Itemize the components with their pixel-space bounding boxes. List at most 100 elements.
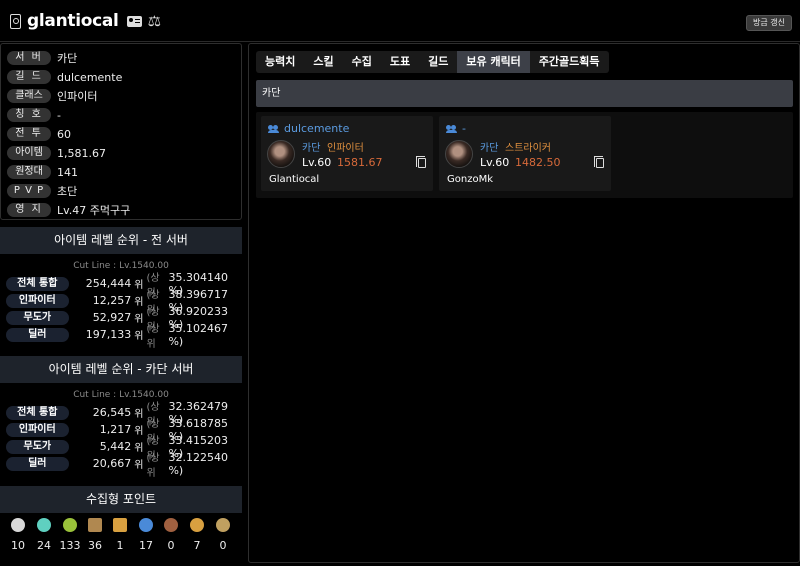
character-name: Glantiocal	[269, 174, 320, 185]
top-header: glantiocal ⚖ 방금 갱신	[0, 0, 800, 42]
character-class: 인파이터	[327, 143, 364, 154]
character-avatar	[267, 140, 295, 168]
collection-orpheus-star[interactable]: 24	[33, 518, 55, 552]
guild-members-icon	[268, 124, 280, 133]
tab-collection[interactable]: 수집	[343, 51, 381, 73]
server-group-header: 카단	[256, 80, 793, 107]
collection-island-heart[interactable]: 10	[7, 518, 29, 552]
rank-top-label: (상위	[146, 323, 160, 350]
header-left: glantiocal ⚖	[10, 11, 161, 31]
profile-row-class: 클래스 인파이터	[7, 88, 97, 104]
collection-count: 24	[37, 539, 51, 552]
profile-value: Lv.47 주먹구구	[57, 204, 131, 217]
sea-bounty-icon	[113, 518, 127, 532]
collection-world-tree-leaf[interactable]: 17	[135, 518, 157, 552]
collection-count: 10	[11, 539, 25, 552]
collection-count: 1	[116, 539, 124, 552]
profile-row-server: 서 버 카단	[7, 50, 77, 66]
collection-count: 0	[167, 539, 175, 552]
character-level: Lv.60	[480, 156, 510, 169]
profile-value: 141	[57, 165, 78, 179]
giants-heart-icon	[190, 518, 204, 532]
copy-icon[interactable]	[594, 156, 604, 168]
rank-label: 전체 통합	[6, 405, 69, 420]
rank-value: 26,545	[92, 406, 132, 419]
island-heart-icon	[11, 518, 25, 532]
profile-row-title: 칭 호-	[7, 107, 61, 123]
profile-label: 영 지	[7, 203, 51, 217]
profile-label: 아이템	[7, 146, 51, 160]
rank-percent: 32.122540 %)	[168, 450, 228, 477]
collection-igneas-token[interactable]: 0	[160, 518, 182, 552]
character-list: dulcemente 카단 인파이터 Lv.60 1581.67 Glantio…	[256, 112, 793, 198]
rank-server-cutline: Cut Line : Lv.1540.00	[73, 390, 169, 400]
rank-value: 12,257	[92, 294, 132, 307]
rank-unit: 위	[134, 314, 144, 325]
collection-great-artwork[interactable]: 36	[84, 518, 106, 552]
profile-label: 길 드	[7, 70, 51, 84]
collection-sea-bounty[interactable]: 1	[109, 518, 131, 552]
character-avatar	[445, 140, 473, 168]
guild-line: -	[446, 122, 466, 135]
collection-title: 수집형 포인트	[0, 486, 242, 513]
refresh-button[interactable]: 방금 갱신	[746, 15, 792, 31]
rank-unit: 위	[134, 409, 144, 420]
character-class: 스트라이커	[505, 143, 551, 154]
content-panel: 능력치 스킬 수집 도표 길드 보유 캐릭터 주간골드획득 카단 dulceme…	[248, 43, 800, 563]
tab-weekly-gold[interactable]: 주간골드획득	[530, 51, 609, 73]
rank-unit: 위	[134, 331, 144, 342]
character-card[interactable]: dulcemente 카단 인파이터 Lv.60 1581.67 Glantio…	[261, 116, 433, 191]
nametag-icon	[10, 13, 21, 29]
igneas-token-icon	[164, 518, 178, 532]
tab-owned-characters[interactable]: 보유 캐릭터	[457, 51, 530, 73]
profile-label: 원정대	[7, 165, 51, 179]
rank-all-cutline: Cut Line : Lv.1540.00	[73, 261, 169, 271]
profile-value: 초단	[57, 185, 78, 198]
rank-value: 52,927	[92, 311, 132, 324]
scale-icon[interactable]: ⚖	[148, 13, 161, 29]
rank-label: 딜러	[6, 327, 69, 342]
profile-row-estate: 영 지 Lv.47 주먹구구	[7, 202, 130, 218]
tab-charts[interactable]: 도표	[381, 51, 419, 73]
character-server: 카단	[302, 143, 321, 154]
profile-value: 카단	[57, 52, 78, 65]
profile-panel: 서 버 카단 길 드 dulcemente 클래스 인파이터 칭 호- 전 투 60 아…	[0, 43, 242, 220]
masterpiece-icon	[216, 518, 230, 532]
tab-bar: 능력치 스킬 수집 도표 길드 보유 캐릭터 주간골드획득	[256, 51, 609, 73]
rank-label: 무도가	[6, 310, 69, 325]
guild-name: -	[462, 122, 466, 135]
profile-row-combat: 전 투 60	[7, 126, 71, 142]
profile-value: 인파이터	[57, 90, 98, 103]
tab-skills[interactable]: 스킬	[304, 51, 342, 73]
collection-giants-heart[interactable]: 7	[186, 518, 208, 552]
guild-members-icon	[446, 124, 458, 133]
profile-row-expedition: 원정대 141	[7, 164, 78, 180]
rank-value: 1,217	[99, 423, 132, 436]
rank-label: 딜러	[6, 456, 69, 471]
profile-row-guild: 길 드 dulcemente	[7, 69, 122, 85]
character-name: GonzoMk	[447, 174, 493, 185]
character-item-level: 1581.67	[337, 156, 383, 169]
rank-value: 197,133	[85, 328, 132, 341]
collection-masterpiece[interactable]: 0	[212, 518, 234, 552]
profile-value: -	[57, 108, 61, 122]
character-card[interactable]: - 카단 스트라이커 Lv.60 1482.50 GonzoMk	[439, 116, 611, 191]
collection-mokoko-seed[interactable]: 133	[59, 518, 81, 552]
rank-unit: 위	[134, 297, 144, 308]
copy-icon[interactable]	[416, 156, 426, 168]
profile-label: 칭 호	[7, 108, 51, 122]
tab-stats[interactable]: 능력치	[256, 51, 304, 73]
rank-value: 254,444	[85, 277, 132, 290]
character-item-level: 1482.50	[515, 156, 561, 169]
guild-line: dulcemente	[268, 122, 349, 135]
id-card-icon[interactable]	[126, 15, 142, 27]
rank-all-row: 딜러 197,133 위 (상위 35.102467 %)	[6, 322, 238, 350]
collection-count: 7	[193, 539, 201, 552]
profile-label: 전 투	[7, 127, 51, 141]
profile-value: 1,581.67	[57, 146, 106, 160]
orpheus-star-icon	[37, 518, 51, 532]
rank-label: 전체 통합	[6, 276, 69, 291]
rank-all-title: 아이템 레벨 순위 - 전 서버	[0, 227, 242, 254]
tab-guild[interactable]: 길드	[419, 51, 457, 73]
rank-label: 인파이터	[6, 293, 69, 308]
